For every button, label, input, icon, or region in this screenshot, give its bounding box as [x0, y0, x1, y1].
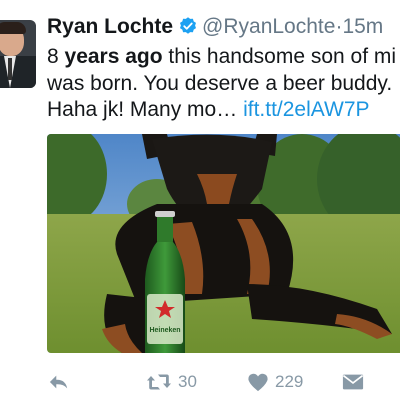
- retweet-count: 30: [178, 372, 197, 391]
- reply-button[interactable]: [48, 368, 70, 396]
- tweet-photo[interactable]: Heineken: [47, 134, 400, 353]
- tweet-card: Ryan Lochte @RyanLochte·15m 8 years ago t…: [0, 0, 400, 400]
- tweet-header: Ryan Lochte @RyanLochte·15m: [47, 14, 383, 43]
- reply-icon: [48, 372, 70, 392]
- like-button[interactable]: 229: [247, 368, 303, 396]
- tweet-text-line-1: 8 years ago this handsome son of mi: [47, 44, 400, 71]
- avatar[interactable]: [0, 20, 36, 88]
- direct-message-button[interactable]: [342, 368, 364, 396]
- heart-icon: [247, 372, 269, 392]
- avatar-tie: [8, 58, 12, 80]
- like-count: 229: [275, 372, 304, 391]
- tweet-text-segment: was born. You deserve a beer buddy.: [47, 71, 393, 95]
- tweet-text-segment: Haha jk! Many mo…: [47, 98, 244, 121]
- verified-badge-icon: [178, 16, 198, 43]
- envelope-icon: [342, 373, 364, 391]
- tweet-text: 8 years ago this handsome son of mi was …: [47, 44, 400, 124]
- avatar-hair: [0, 22, 26, 34]
- tweet-text-line-2: was born. You deserve a beer buddy.: [47, 71, 400, 98]
- tweet-text-segment: this handsome son of mi: [162, 45, 397, 68]
- retweet-button[interactable]: 30: [146, 368, 197, 396]
- author-name[interactable]: Ryan Lochte: [47, 15, 173, 38]
- tweet-link[interactable]: ift.tt/2elAW7P: [243, 98, 369, 121]
- tweet-text-segment: 8: [47, 45, 65, 68]
- tweet-timestamp[interactable]: 15m: [342, 15, 383, 38]
- author-handle[interactable]: @RyanLochte: [202, 15, 335, 38]
- tweet-text-line-3: Haha jk! Many mo… ift.tt/2elAW7P: [47, 97, 400, 124]
- bottle-label-text: Heineken: [149, 327, 180, 334]
- retweet-icon: [146, 372, 172, 392]
- tweet-text-bold: years ago: [64, 45, 163, 68]
- tweet-actions: 30 229: [0, 368, 400, 396]
